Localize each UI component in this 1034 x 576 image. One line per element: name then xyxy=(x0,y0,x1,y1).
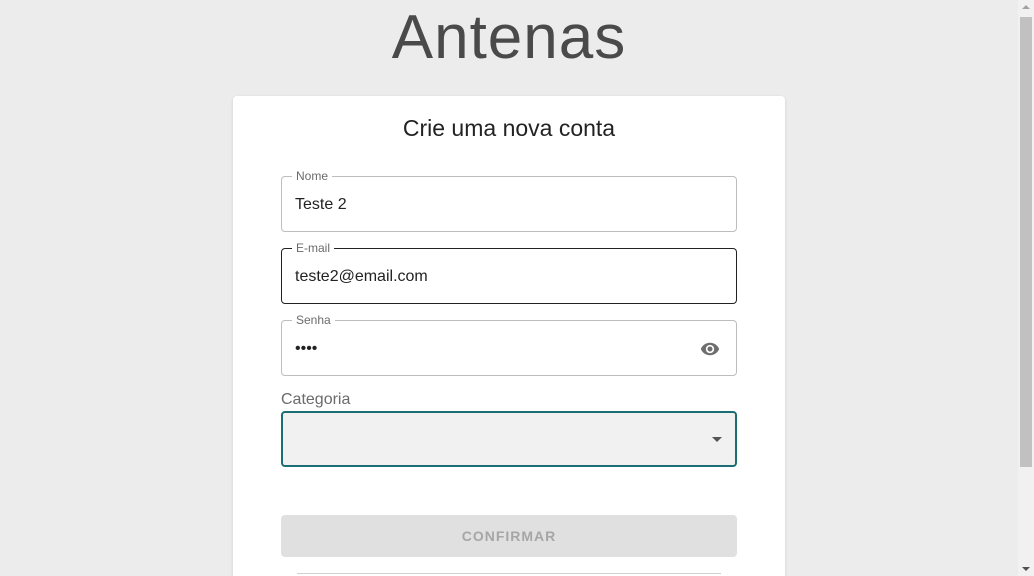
password-field-value[interactable]: •••• xyxy=(295,339,317,359)
name-field-value[interactable]: Teste 2 xyxy=(295,195,347,215)
confirm-button[interactable]: CONFIRMAR xyxy=(281,515,737,557)
card-title: Crie uma nova conta xyxy=(402,115,616,141)
password-field[interactable]: Senha •••• xyxy=(281,313,737,376)
vertical-scrollbar[interactable] xyxy=(1018,0,1034,576)
email-field-label: E-mail xyxy=(292,241,335,255)
eye-icon[interactable] xyxy=(700,339,720,359)
email-field-value[interactable]: teste2@email.com xyxy=(295,267,428,287)
scroll-down-arrow-icon[interactable] xyxy=(1022,567,1030,571)
chevron-down-icon[interactable] xyxy=(712,437,722,442)
divider xyxy=(297,573,721,574)
category-select[interactable] xyxy=(281,411,737,467)
app-title: Antenas xyxy=(391,3,627,72)
page: Antenas Crie uma nova conta Nome Teste 2… xyxy=(0,0,1034,576)
signup-card: Crie uma nova conta Nome Teste 2 E-mail … xyxy=(233,96,785,576)
category-label: Categoria xyxy=(281,391,351,408)
name-field[interactable]: Nome Teste 2 xyxy=(281,169,737,232)
name-field-label: Nome xyxy=(292,169,333,183)
email-field[interactable]: E-mail teste2@email.com xyxy=(281,241,737,304)
scroll-up-arrow-icon[interactable] xyxy=(1022,5,1030,9)
scrollbar-thumb[interactable] xyxy=(1020,17,1032,467)
password-field-label: Senha xyxy=(292,313,335,327)
